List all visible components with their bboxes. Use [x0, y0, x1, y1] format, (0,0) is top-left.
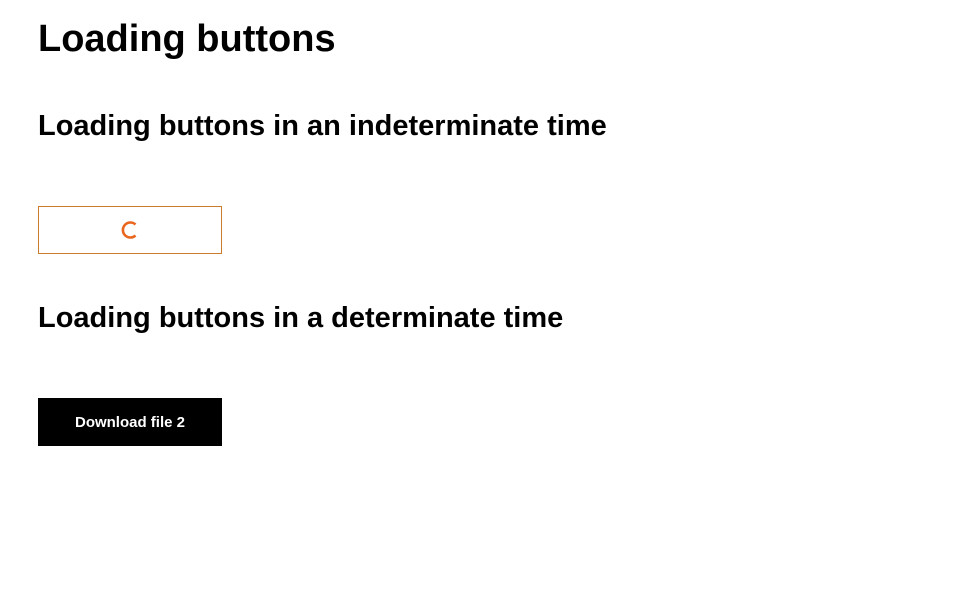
section-heading-indeterminate: Loading buttons in an indeterminate time [38, 110, 607, 142]
page: Loading buttons Loading buttons in an in… [0, 0, 960, 600]
section-heading-determinate: Loading buttons in a determinate time [38, 302, 564, 334]
download-file-button[interactable]: Download file 2 [38, 398, 222, 446]
loading-button[interactable] [38, 206, 222, 254]
page-title: Loading buttons [38, 18, 336, 60]
spinner-icon [119, 219, 141, 241]
download-button-label: Download file 2 [74, 413, 185, 431]
